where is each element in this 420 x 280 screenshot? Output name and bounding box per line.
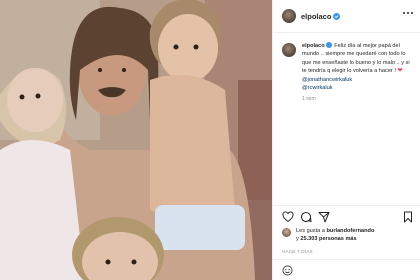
photo-illustration bbox=[0, 0, 272, 280]
post-caption: elpolaco Feliz día al mejor papá del mun… bbox=[282, 42, 414, 104]
emoji-icon[interactable] bbox=[282, 265, 293, 276]
likes-prefix: Les gusta a bbox=[296, 228, 325, 234]
bookmark-icon[interactable] bbox=[402, 211, 414, 223]
share-icon[interactable] bbox=[318, 211, 330, 223]
author-username[interactable]: elpolaco bbox=[301, 12, 331, 21]
likes-connector: y bbox=[296, 236, 299, 242]
add-comment-row bbox=[273, 259, 420, 280]
author-avatar[interactable] bbox=[282, 9, 296, 23]
more-options-icon[interactable] bbox=[403, 12, 413, 16]
caption-username[interactable]: elpolaco bbox=[302, 43, 325, 49]
likes-count[interactable]: 25.303 bbox=[300, 236, 317, 242]
mention-link[interactable]: @jonathancwirkaluk bbox=[302, 76, 414, 84]
liker-avatar[interactable] bbox=[282, 228, 291, 237]
caption-body: elpolaco Feliz día al mejor papá del mun… bbox=[302, 42, 414, 104]
heart-emoji: ❤ bbox=[397, 68, 403, 75]
liker-username[interactable]: burlandofernando bbox=[327, 228, 375, 234]
mention-link[interactable]: @rcwirkaluk bbox=[302, 84, 414, 92]
likes-text: Les gusta a burlandofernando y 25.303 pe… bbox=[296, 227, 374, 243]
comment-icon[interactable] bbox=[300, 211, 312, 223]
caption-avatar[interactable] bbox=[282, 43, 296, 57]
post-side-panel: elpolaco elpolaco Feliz día al mejor pap… bbox=[272, 0, 420, 280]
caption-verified-icon bbox=[325, 42, 332, 48]
post-date: HACE 7 DÍAS bbox=[282, 249, 313, 254]
heart-icon[interactable] bbox=[282, 211, 294, 223]
caption-time-ago[interactable]: 1 sem bbox=[302, 95, 414, 103]
verified-badge-icon bbox=[333, 12, 341, 20]
post-photo[interactable] bbox=[0, 0, 272, 280]
action-bar bbox=[282, 211, 414, 223]
post-actions-section: Les gusta a burlandofernando y 25.303 pe… bbox=[273, 205, 420, 280]
post-header: elpolaco bbox=[273, 0, 420, 33]
likes-summary: Les gusta a burlandofernando y 25.303 pe… bbox=[282, 227, 374, 243]
likes-suffix[interactable]: personas más bbox=[319, 236, 357, 242]
